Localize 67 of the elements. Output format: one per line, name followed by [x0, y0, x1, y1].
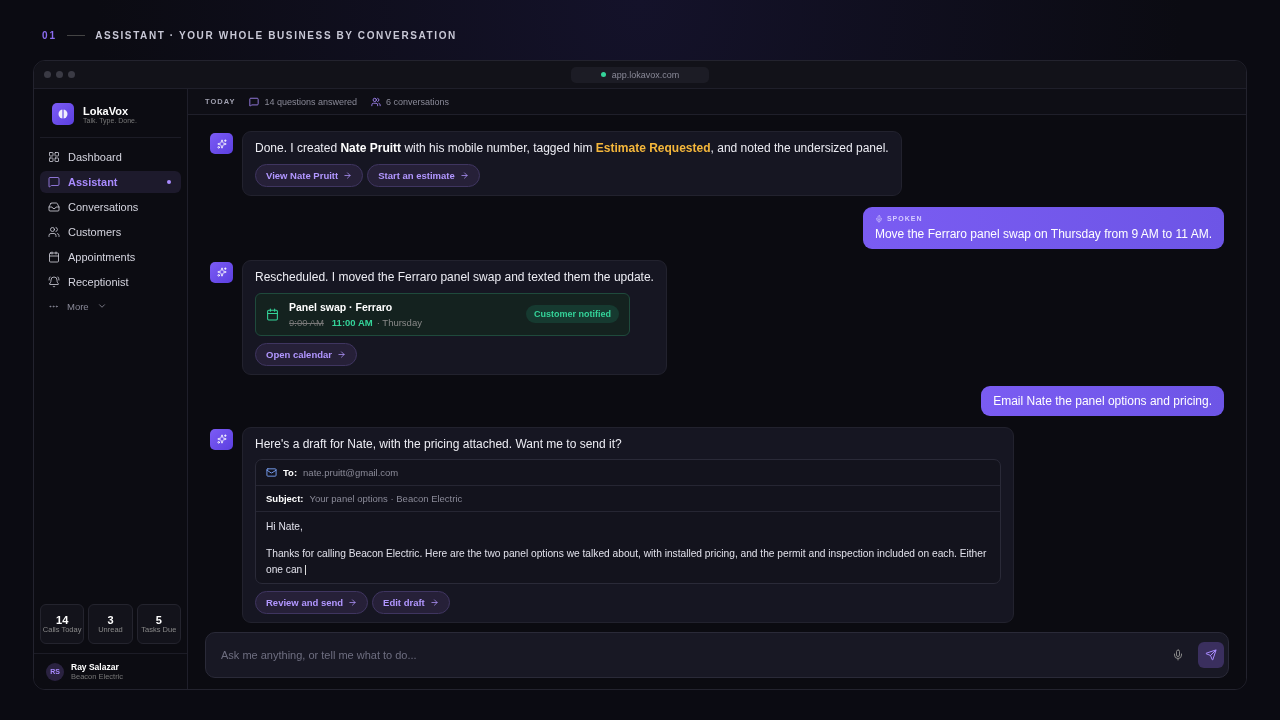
email-greeting: Hi Nate, — [266, 520, 304, 535]
stat-value: 3 — [107, 613, 114, 626]
chat-icon — [249, 96, 260, 107]
stat-value: 5 — [155, 613, 162, 626]
nav-item[interactable]: Dashboard — [40, 146, 181, 168]
arrow-right-icon — [348, 598, 358, 607]
message-field[interactable]: Ask me anything, or tell me what to do... — [205, 632, 1229, 678]
logo-icon — [52, 103, 74, 125]
user-name: Ray Salazar — [71, 662, 120, 672]
url-bar[interactable]: app.lokavox.com — [570, 66, 710, 83]
mic-icon — [1172, 649, 1184, 661]
action-button[interactable]: Review and send — [255, 591, 369, 614]
bell-icon — [48, 276, 60, 288]
inbox-icon — [48, 201, 60, 213]
window-dot — [68, 71, 75, 78]
action-button[interactable]: View Nate Pruitt — [255, 163, 364, 187]
sparkle-icon — [210, 133, 233, 155]
nav-item[interactable]: Conversations — [40, 196, 181, 218]
questions-stat: 14 questions answered — [249, 96, 357, 107]
brand-name: LokaVox — [83, 104, 130, 117]
arrow-right-icon — [429, 598, 439, 607]
conversations-stat: 6 conversations — [371, 96, 450, 107]
chevron-down-icon — [96, 301, 107, 311]
sparkle-icon — [210, 261, 233, 283]
more-menu[interactable]: More — [40, 296, 181, 316]
appointment-title: Panel swap · Ferraro — [289, 300, 394, 313]
users-icon — [371, 96, 381, 107]
section-number: 01 — [42, 29, 58, 41]
calendar-icon — [266, 307, 279, 321]
grid-icon — [48, 151, 60, 163]
to-label: To: — [283, 467, 298, 479]
status-badge: Customer notified — [526, 305, 619, 323]
message-text: Done. I created Nate Pruitt with his mobile number, tagged him Estimate Requested, and noted the undersized panel. — [255, 141, 889, 157]
message-text: Email Nate the panel options and pricing. — [993, 393, 1212, 408]
message-input[interactable]: Ask me anything, or tell me what to do... — [219, 648, 1158, 662]
mic-icon — [874, 214, 883, 223]
send-button[interactable] — [1198, 642, 1224, 668]
old-time: 9:00 AM — [289, 316, 324, 328]
mail-icon — [266, 467, 277, 479]
action-button[interactable]: Open calendar — [255, 342, 357, 366]
arrow-right-icon — [459, 170, 469, 180]
nav-item[interactable]: Customers — [40, 221, 181, 243]
message-text: Here's a draft for Nate, with the pricing attached. Want me to send it? — [255, 436, 623, 453]
window-dot — [44, 71, 51, 78]
message-text: Rescheduled. I moved the Ferraro panel swap and texted them the update. — [255, 269, 654, 286]
chat-icon — [48, 176, 60, 188]
email-address: nate.pruitt@gmail.com — [303, 467, 399, 479]
send-icon — [1205, 649, 1217, 661]
message-text: Move the Ferraro panel swap on Thursday from 9 AM to 11 AM. — [874, 226, 1212, 241]
calendar-icon — [48, 251, 60, 263]
nav-item[interactable]: Appointments — [40, 246, 181, 268]
section-title: ASSISTANT · YOUR WHOLE BUSINESS BY CONVERSATION — [95, 29, 457, 41]
arrow-right-icon — [337, 349, 346, 359]
sparkle-icon — [210, 428, 233, 450]
action-button[interactable]: Edit draft — [372, 591, 450, 614]
nav-item[interactable]: Receptionist — [40, 271, 181, 293]
new-time: 11:00 AM — [331, 316, 373, 328]
email-subject: Your panel options · Beacon Electric — [309, 493, 463, 505]
email-body: Thanks for calling Beacon Electric. Here are the two panel options we talked about, with installed pricing, and the permit and inspection included on each. Either one can — [266, 547, 988, 577]
appointment-day: · Thursday — [376, 316, 422, 328]
stat-value: 14 — [56, 613, 69, 626]
subject-label: Subject: — [266, 493, 304, 505]
arrow-right-icon — [343, 170, 353, 180]
users-icon — [48, 226, 60, 238]
window-dot — [56, 71, 63, 78]
nav-item[interactable]: Assistant — [40, 171, 181, 193]
action-button[interactable]: Start an estimate — [367, 163, 480, 187]
